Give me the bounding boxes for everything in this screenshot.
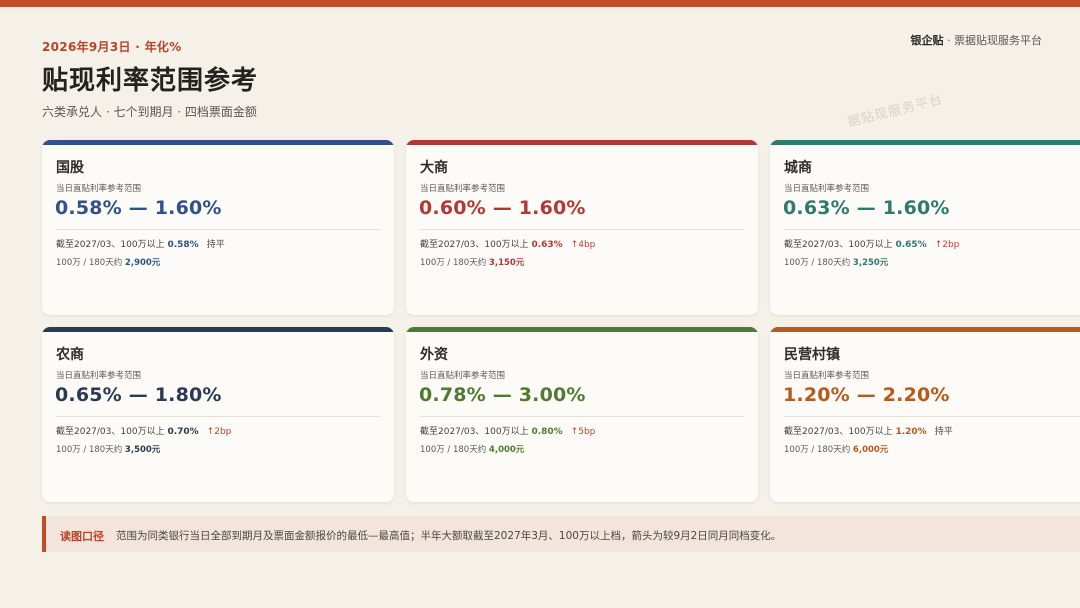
rate-card: 国股当日直贴利率参考范围 0.58% — 1.60% 截至2027/03、100万以…: [42, 140, 394, 315]
rate-change: ↑5bp: [570, 427, 596, 437]
card-rate-range: 1.20% — 2.20%: [783, 384, 950, 406]
rate-card: 民营村镇当日直贴利率参考范围 1.20% — 2.20% 截至2027/03、100…: [770, 327, 1080, 502]
report-date: 2026年9月3日 · 年化%: [42, 40, 182, 54]
rate-card: 大商当日直贴利率参考范围 0.60% — 1.60% 截至2027/03、100万以…: [406, 140, 758, 315]
rate-change: 持平: [934, 427, 953, 437]
card-title: 外资: [420, 347, 448, 363]
brand-name: 银企贴: [910, 34, 944, 47]
card-reference-line: 截至2027/03、100万以上 0.65% ↑2bp: [784, 237, 959, 250]
card-cost-line: 100万 / 180天约 6,000元: [784, 443, 888, 455]
rate-change: ↑4bp: [570, 240, 596, 250]
cost-value: 3,250元: [852, 258, 889, 268]
reference-label: 截至2027/03、100万以上: [784, 240, 893, 250]
cost-label: 100万 / 180天约: [784, 258, 851, 268]
reference-label: 截至2027/03、100万以上: [56, 240, 165, 250]
card-title: 城商: [784, 160, 812, 176]
card-range-label: 当日直贴利率参考范围: [420, 184, 506, 194]
card-reference-line: 截至2027/03、100万以上 0.63% ↑4bp: [420, 237, 595, 250]
cost-label: 100万 / 180天约: [784, 445, 851, 455]
card-reference-line: 截至2027/03、100万以上 1.20% 持平: [784, 424, 953, 437]
reference-rate: 0.63%: [531, 240, 563, 250]
card-reference-line: 截至2027/03、100万以上 0.80% ↑5bp: [420, 424, 595, 437]
cost-label: 100万 / 180天约: [420, 445, 487, 455]
card-range-label: 当日直贴利率参考范围: [56, 184, 142, 194]
card-reference-line: 截至2027/03、100万以上 0.70% ↑2bp: [56, 424, 231, 437]
reference-rate: 0.58%: [167, 240, 199, 250]
cost-value: 6,000元: [852, 445, 889, 455]
rate-change: ↑2bp: [934, 240, 960, 250]
page-subtitle: 六类承兑人 · 七个到期月 · 四档票面金额: [42, 105, 257, 119]
card-divider: [56, 229, 380, 230]
card-rate-range: 0.65% — 1.80%: [55, 384, 222, 406]
rate-change: ↑2bp: [206, 427, 232, 437]
brand: 银企贴 · 票据贴现服务平台: [911, 32, 1043, 48]
card-title: 国股: [56, 160, 84, 176]
card-cost-line: 100万 / 180天约 3,500元: [56, 443, 160, 455]
card-range-label: 当日直贴利率参考范围: [784, 184, 870, 194]
card-accent-bar: [406, 327, 758, 332]
card-cost-line: 100万 / 180天约 3,150元: [420, 256, 524, 268]
card-cost-line: 100万 / 180天约 3,250元: [784, 256, 888, 268]
card-title: 民营村镇: [784, 347, 840, 363]
card-title: 大商: [420, 160, 448, 176]
cost-value: 4,000元: [488, 445, 525, 455]
reference-label: 截至2027/03、100万以上: [56, 427, 165, 437]
rate-change: 持平: [206, 240, 225, 250]
card-divider: [420, 229, 744, 230]
reference-rate: 0.70%: [167, 427, 199, 437]
reference-rate: 1.20%: [895, 427, 927, 437]
note-text: 范围为同类银行当日全部到期月及票面金额报价的最低—最高值；半年大额取截至2027…: [116, 530, 782, 542]
card-accent-bar: [42, 327, 394, 332]
card-rate-range: 0.63% — 1.60%: [783, 197, 950, 219]
rate-card: 外资当日直贴利率参考范围 0.78% — 3.00% 截至2027/03、100万以…: [406, 327, 758, 502]
cost-value: 2,900元: [124, 258, 161, 268]
cost-value: 3,150元: [488, 258, 525, 268]
cost-label: 100万 / 180天约: [56, 258, 123, 268]
watermark: 据贴现服务平台: [845, 92, 945, 131]
card-accent-bar: [770, 140, 1080, 145]
card-title: 农商: [56, 347, 84, 363]
card-rate-range: 0.60% — 1.60%: [419, 197, 586, 219]
top-accent-bar: [0, 0, 1080, 7]
card-divider: [56, 416, 380, 417]
rate-card: 农商当日直贴利率参考范围 0.65% — 1.80% 截至2027/03、100万以…: [42, 327, 394, 502]
card-accent-bar: [406, 140, 758, 145]
card-cost-line: 100万 / 180天约 4,000元: [420, 443, 524, 455]
card-rate-range: 0.78% — 3.00%: [419, 384, 586, 406]
card-divider: [420, 416, 744, 417]
reference-rate: 0.80%: [531, 427, 563, 437]
card-reference-line: 截至2027/03、100万以上 0.58% 持平: [56, 237, 225, 250]
reference-label: 截至2027/03、100万以上: [420, 427, 529, 437]
reading-note: 读图口径 范围为同类银行当日全部到期月及票面金额报价的最低—最高值；半年大额取截…: [42, 516, 1080, 552]
card-divider: [784, 229, 1080, 230]
card-cost-line: 100万 / 180天约 2,900元: [56, 256, 160, 268]
note-tag: 读图口径: [60, 530, 104, 543]
cost-label: 100万 / 180天约: [56, 445, 123, 455]
card-accent-bar: [42, 140, 394, 145]
cost-label: 100万 / 180天约: [420, 258, 487, 268]
card-accent-bar: [770, 327, 1080, 332]
cost-value: 3,500元: [124, 445, 161, 455]
reference-label: 截至2027/03、100万以上: [420, 240, 529, 250]
card-range-label: 当日直贴利率参考范围: [784, 371, 870, 381]
page-title: 贴现利率范围参考: [42, 66, 259, 96]
brand-tagline: · 票据贴现服务平台: [943, 34, 1042, 47]
reference-rate: 0.65%: [895, 240, 927, 250]
reference-label: 截至2027/03、100万以上: [784, 427, 893, 437]
rate-card: 城商当日直贴利率参考范围 0.63% — 1.60% 截至2027/03、100万以…: [770, 140, 1080, 315]
card-rate-range: 0.58% — 1.60%: [55, 197, 222, 219]
card-range-label: 当日直贴利率参考范围: [56, 371, 142, 381]
card-range-label: 当日直贴利率参考范围: [420, 371, 506, 381]
card-divider: [784, 416, 1080, 417]
